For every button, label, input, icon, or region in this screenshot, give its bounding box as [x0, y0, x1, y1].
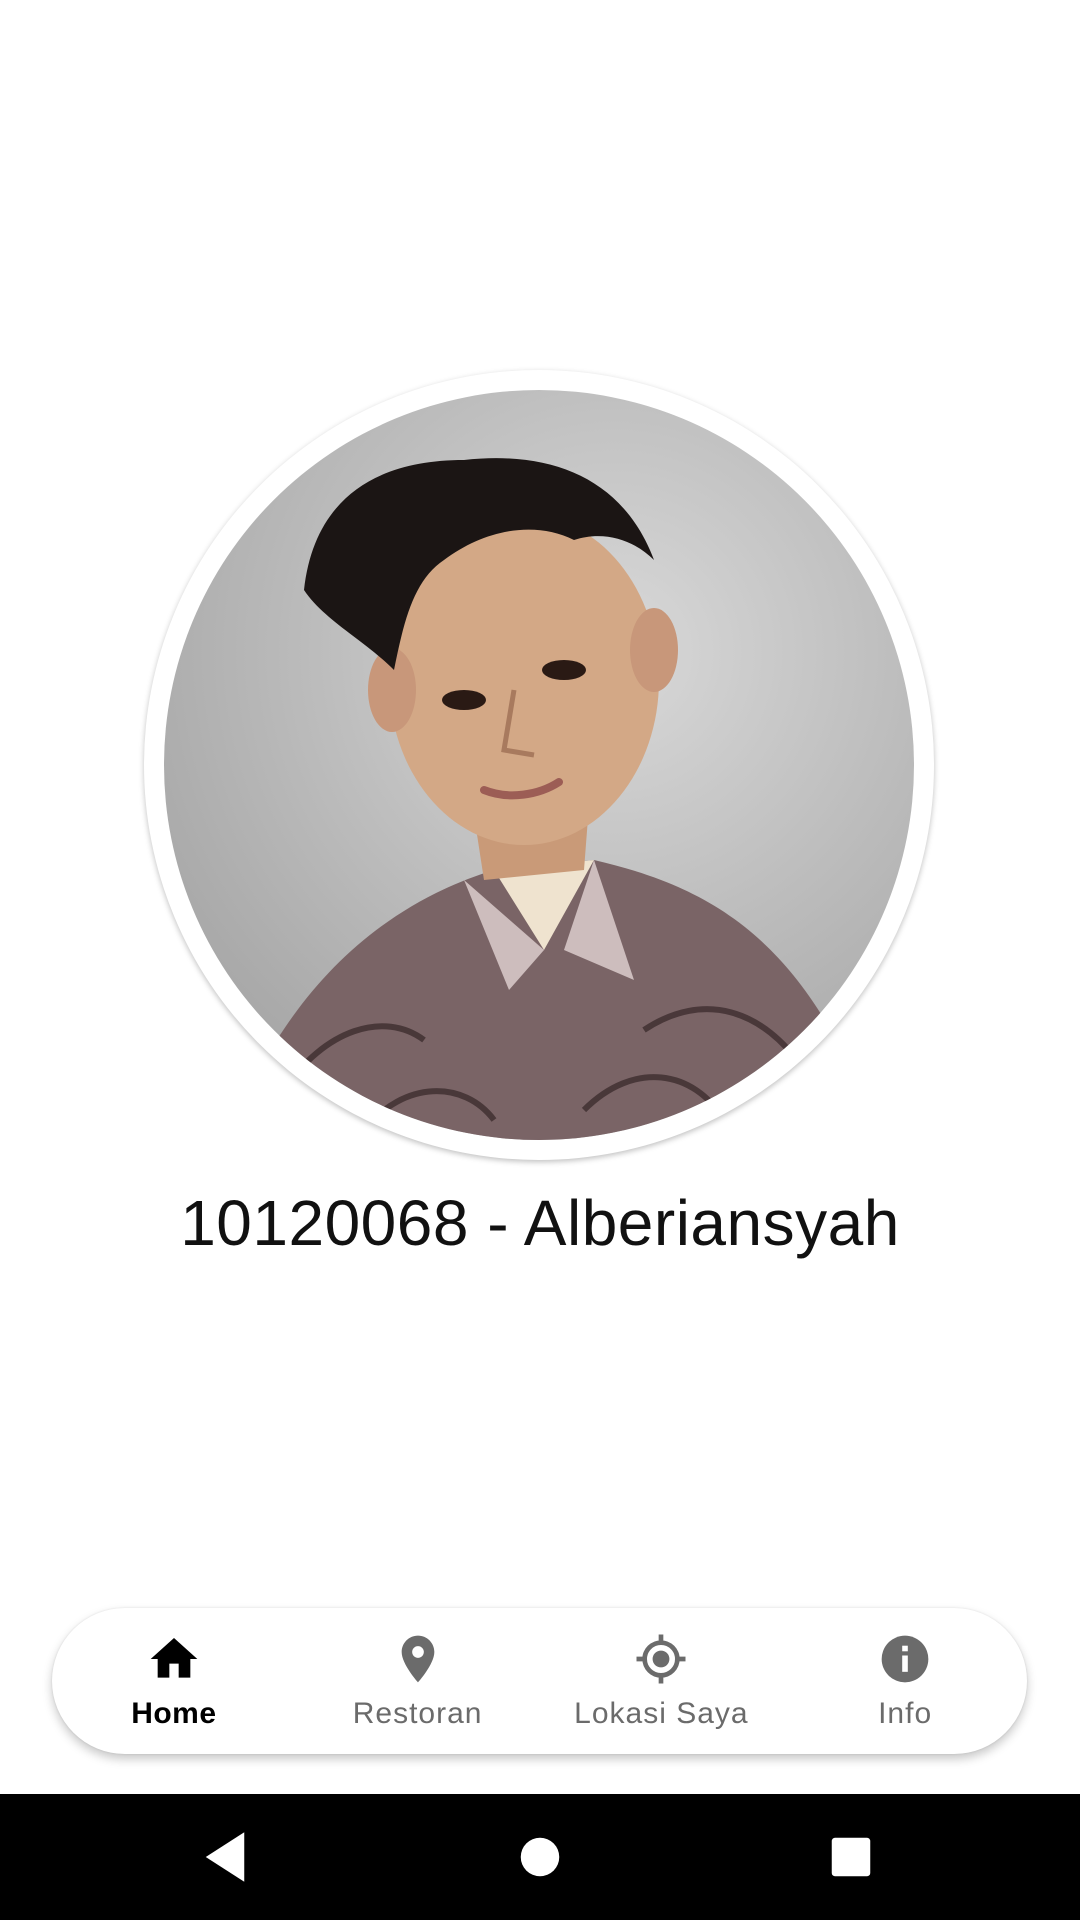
nav-label-lokasi-saya: Lokasi Saya — [574, 1697, 749, 1730]
profile-name: 10120068 - Alberiansyah — [180, 1187, 900, 1259]
recents-icon[interactable] — [818, 1824, 884, 1890]
system-navigation-bar — [0, 1794, 1080, 1920]
bottom-navigation-bar: Home Restoran Lokasi Saya Info — [52, 1608, 1027, 1754]
info-icon — [881, 1635, 929, 1683]
nav-label-restoran: Restoran — [352, 1697, 483, 1730]
location-pin-icon — [401, 1635, 434, 1683]
back-icon[interactable] — [192, 1824, 258, 1890]
nav-item-lokasi-saya[interactable]: Lokasi Saya — [540, 1608, 784, 1754]
nav-item-home[interactable]: Home — [52, 1608, 296, 1754]
nav-label-info: Info — [878, 1697, 933, 1730]
my-location-icon — [636, 1634, 686, 1684]
nav-label-home: Home — [131, 1697, 217, 1730]
home-screen: 10120068 - Alberiansyah Home Restoran Lo… — [0, 0, 1080, 1920]
profile-photo-illustration — [227, 458, 881, 1140]
home-icon — [150, 1638, 198, 1678]
profile-photo — [164, 390, 914, 1140]
nav-item-restoran[interactable]: Restoran — [296, 1608, 540, 1754]
nav-item-info[interactable]: Info — [783, 1608, 1027, 1754]
home-circle-icon[interactable] — [507, 1824, 573, 1890]
